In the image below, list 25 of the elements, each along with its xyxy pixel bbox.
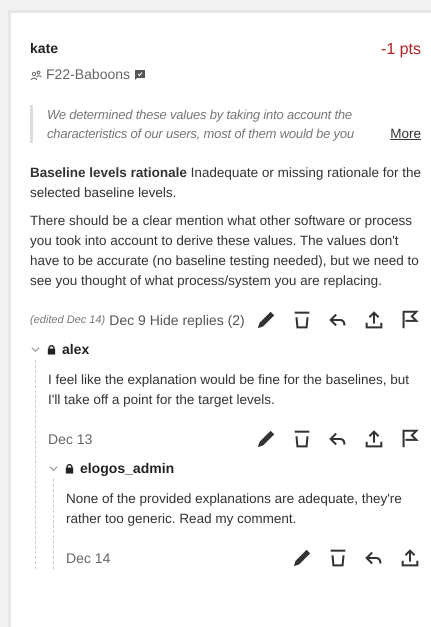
comment-date: Dec 9 xyxy=(109,310,146,330)
reply-text: None of the provided explanations are adequate, they're rather too generic. Read my comment. xyxy=(66,490,403,528)
upload-icon[interactable] xyxy=(399,547,421,569)
reply-text: I feel like the explanation would be fine for the baselines, but I'll take off a point for the target levels. xyxy=(48,371,410,409)
pencil-icon[interactable] xyxy=(291,547,313,569)
author-name: kate xyxy=(30,39,58,58)
criterion-text: Baseline levels rationale Inadequate or missing rationale for the selected baseline levels. xyxy=(30,164,421,202)
comment-text: There should be a clear mention what other software or process you took into account to derive these values. The values don't have to be accurate (no baseline testing needed), but we need to see you thought of what process/system you are replacing. xyxy=(30,212,420,290)
author-name: alex xyxy=(62,340,90,359)
group-name: F22-Baboons xyxy=(46,65,130,84)
quoted-answer: We determined these values by taking into account the characteristics of our users, most of them would be you xyxy=(47,106,355,143)
upload-icon[interactable] xyxy=(363,428,385,450)
hide-replies-link[interactable]: Hide replies (2) xyxy=(150,310,245,330)
reply-date: Dec 13 xyxy=(48,430,92,448)
chevron-down-icon[interactable] xyxy=(48,463,59,474)
reply-date: Dec 14 xyxy=(66,548,110,568)
pencil-icon[interactable] xyxy=(255,309,277,331)
pencil-icon[interactable] xyxy=(255,428,277,450)
message-icon[interactable] xyxy=(134,68,146,80)
group-icon xyxy=(30,68,42,80)
chevron-down-icon[interactable] xyxy=(30,344,41,355)
points-label: -1 pts xyxy=(380,40,421,60)
author-name: elogos_admin xyxy=(80,459,174,478)
upload-icon[interactable] xyxy=(363,309,385,331)
edited-label: (edited Dec 14) xyxy=(30,312,106,328)
